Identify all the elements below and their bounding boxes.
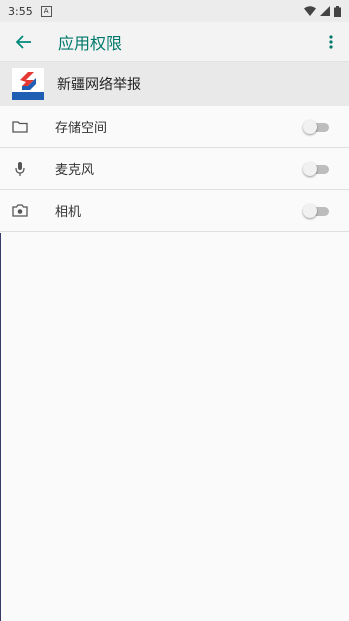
permission-label: 存储空间 [55,121,108,136]
status-bar: 3:55 A [0,0,349,22]
toggle-thumb [303,119,317,134]
folder-icon [10,120,30,133]
status-time: 3:55 [8,4,33,18]
app-bar: 应用权限 [0,22,349,62]
permission-row-microphone[interactable]: 麦克风 [0,148,349,190]
app-name: 新疆网络举报 [57,77,141,93]
battery-icon [334,5,341,17]
toggle-thumb [303,161,317,176]
permission-toggle-camera[interactable] [303,203,329,218]
page-title: 应用权限 [58,33,123,53]
screen-edge [0,233,1,621]
more-vert-icon [329,34,333,49]
permission-row-storage[interactable]: 存储空间 [0,106,349,148]
permission-toggle-microphone[interactable] [303,161,329,176]
app-logo [12,68,44,100]
back-button[interactable] [12,30,36,54]
signal-icon [320,6,330,16]
permission-label: 麦克风 [55,163,95,178]
permission-label: 相机 [55,205,82,220]
more-options-button[interactable] [321,34,341,49]
permission-toggle-storage[interactable] [303,119,329,134]
notification-icon: A [40,5,52,17]
microphone-icon [10,161,30,177]
wifi-icon [304,6,316,16]
toggle-thumb [303,203,317,218]
permission-row-camera[interactable]: 相机 [0,190,349,232]
arrow-back-icon [16,34,31,49]
camera-icon [10,204,30,217]
app-header: 新疆网络举报 [0,62,349,106]
status-icons [304,5,341,17]
